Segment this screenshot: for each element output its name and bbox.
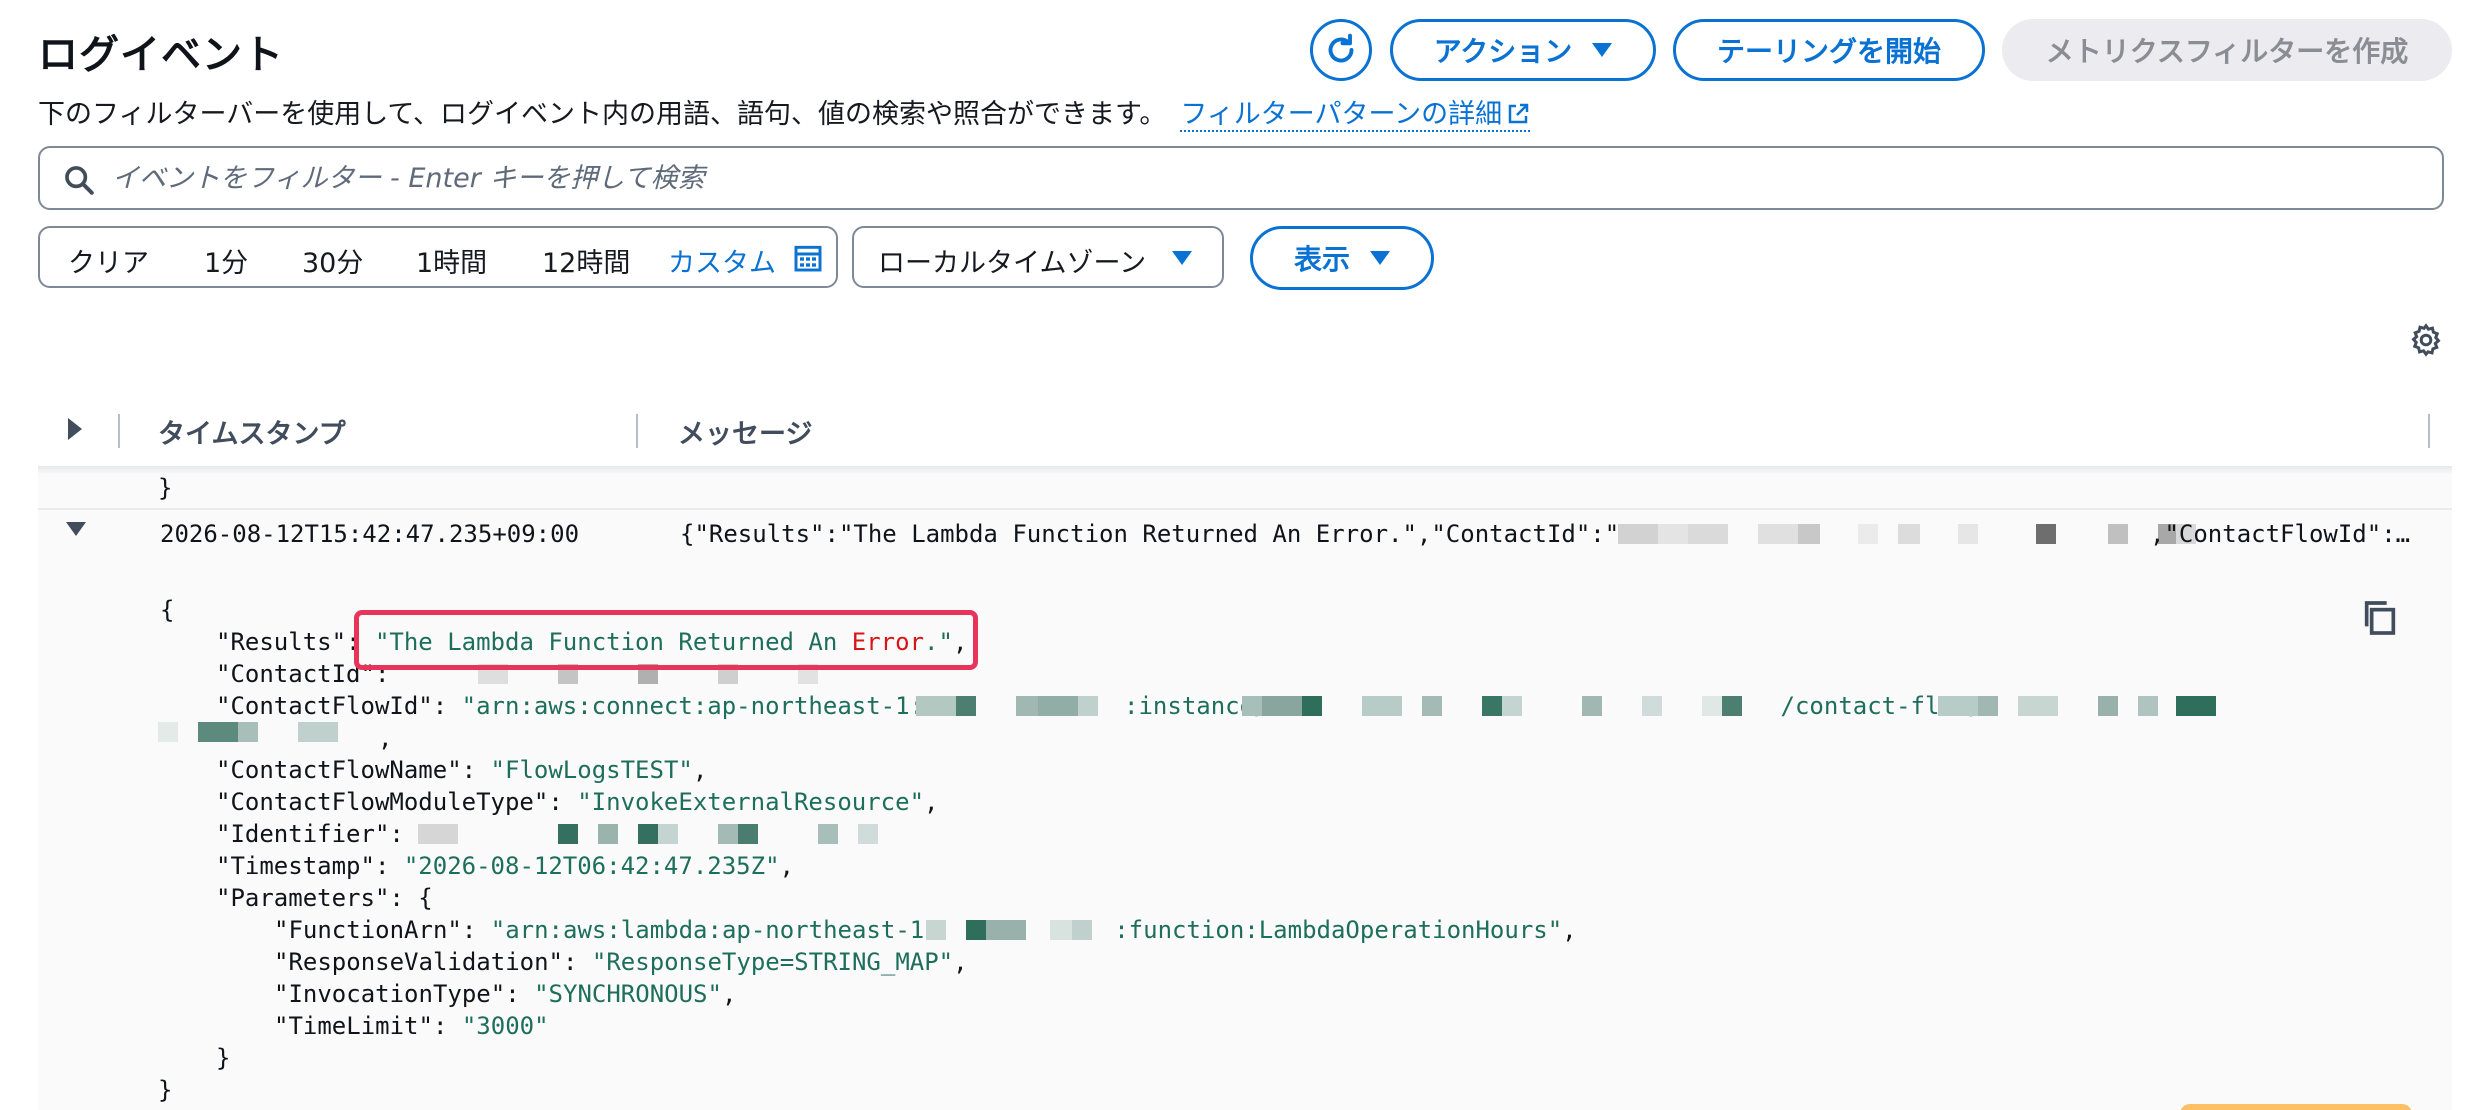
expand-all-icon[interactable]	[68, 418, 82, 440]
json-line-timestamp: "Timestamp": "2026-08-12T06:42:47.235Z",	[216, 852, 794, 880]
create-metric-filter-label: メトリクスフィルターを作成	[2045, 35, 2409, 68]
json-value: "2026-08-12T06:42:47.235Z"	[403, 852, 780, 880]
json-line-contact-flow-name: "ContactFlowName": "FlowLogsTEST",	[216, 756, 708, 784]
time-range-custom[interactable]: カスタム	[668, 241, 776, 280]
json-key: "ContactFlowName":	[216, 756, 491, 784]
json-value: "FlowLogsTEST"	[490, 756, 693, 784]
json-line-identifier: "Identifier":	[216, 818, 418, 850]
display-button[interactable]: 表示	[1250, 226, 1434, 290]
filter-search-box	[38, 146, 2444, 210]
time-range-30m[interactable]: 30分	[302, 241, 363, 280]
json-line-parameters: "Parameters": {	[216, 882, 433, 914]
feedback-tab[interactable]	[2180, 1104, 2412, 1110]
error-highlight-box	[354, 610, 978, 670]
redacted-account-id	[916, 696, 1116, 716]
redacted-flow-id-cont	[158, 722, 388, 742]
redacted-identifier	[418, 824, 938, 844]
redacted-instance-id	[1242, 696, 1742, 716]
column-resizer[interactable]	[636, 414, 638, 448]
json-value-arn-part: :function:LambdaOperationHours"	[1114, 916, 1563, 944]
start-tailing-label: テーリングを開始	[1716, 35, 1941, 68]
refresh-icon	[1328, 33, 1354, 63]
row-divider	[38, 508, 2452, 510]
gear-icon[interactable]	[2408, 322, 2444, 358]
log-table-header: タイムスタンプ メッセージ	[38, 398, 2452, 462]
search-icon	[65, 166, 94, 195]
previous-row-tail: }	[158, 474, 173, 502]
json-value: "ResponseType=STRING_MAP"	[591, 948, 954, 976]
time-range-clear[interactable]: クリア	[68, 241, 149, 280]
external-link-icon	[1508, 103, 1529, 124]
time-range-1m[interactable]: 1分	[204, 241, 248, 280]
page-description: 下のフィルターバーを使用して、ログイベント内の用語、語句、値の検索や照合ができま…	[38, 92, 1531, 132]
time-range-12h[interactable]: 12時間	[542, 241, 630, 280]
json-inner-close-brace: }	[216, 1044, 231, 1072]
refresh-button[interactable]	[1310, 19, 1372, 81]
time-range-1h[interactable]: 1時間	[416, 241, 487, 280]
json-key: "ContactFlowId":	[216, 692, 462, 720]
timezone-select[interactable]: ローカルタイムゾーン	[852, 226, 1224, 288]
json-value-arn-part: "arn:aws:connect:ap-northeast-1:	[461, 692, 925, 720]
redacted-flow-id	[1938, 696, 2338, 716]
redacted-account-id-lambda	[926, 920, 1126, 940]
filter-events-input[interactable]	[112, 156, 2412, 200]
actions-button[interactable]: アクション	[1390, 19, 1656, 81]
start-tailing-button[interactable]: テーリングを開始	[1673, 19, 1985, 81]
caret-down-icon	[1370, 251, 1390, 265]
column-header-message[interactable]: メッセージ	[678, 412, 812, 451]
log-events-list: } 2026-08-12T15:42:47.235+09:00 {"Result…	[38, 466, 2452, 1110]
redacted-contact-id	[1618, 524, 2196, 544]
json-line-response-validation: "ResponseValidation": "ResponseType=STRI…	[274, 948, 968, 976]
json-value: "3000"	[461, 1012, 549, 1040]
column-resizer[interactable]	[2428, 414, 2430, 448]
json-key: "Results":	[216, 628, 375, 656]
json-key: "Timestamp":	[216, 852, 404, 880]
json-value: "SYNCHRONOUS"	[534, 980, 722, 1008]
time-range-selector: クリア 1分 30分 1時間 12時間 カスタム	[38, 226, 838, 288]
json-line-module-type: "ContactFlowModuleType": "InvokeExternal…	[216, 788, 939, 816]
log-row-message-end: ,"ContactFlowId":…	[2150, 520, 2411, 548]
calendar-icon[interactable]	[792, 242, 824, 274]
timezone-selected-label: ローカルタイムゾーン	[878, 248, 1147, 279]
filter-pattern-link-label: フィルターパターンの詳細	[1180, 99, 1503, 130]
json-key: "ResponseValidation":	[274, 948, 592, 976]
json-key: "TimeLimit":	[274, 1012, 462, 1040]
page-title: ログイベント	[38, 32, 284, 78]
json-key: "Parameters": {	[216, 884, 433, 912]
caret-down-icon	[1592, 43, 1613, 57]
json-key: "ContactFlowModuleType":	[216, 788, 578, 816]
json-line-invocation-type: "InvocationType": "SYNCHRONOUS",	[274, 980, 737, 1008]
json-value: "InvokeExternalResource"	[577, 788, 925, 816]
json-value-arn-part: "arn:aws:lambda:ap-northeast-1	[490, 916, 925, 944]
caret-down-icon	[1172, 251, 1192, 265]
json-key: "InvocationType":	[274, 980, 535, 1008]
column-header-timestamp[interactable]: タイムスタンプ	[158, 412, 346, 451]
json-key: "FunctionArn":	[274, 916, 491, 944]
description-text: 下のフィルターバーを使用して、ログイベント内の用語、語句、値の検索や照合ができま…	[38, 99, 1167, 130]
create-metric-filter-button[interactable]: メトリクスフィルターを作成	[2002, 19, 2452, 81]
column-divider	[118, 414, 120, 448]
actions-label: アクション	[1433, 35, 1573, 68]
json-open-brace: {	[160, 596, 175, 624]
display-label: 表示	[1293, 244, 1350, 275]
json-comma: ,	[378, 724, 393, 752]
json-outer-close-brace: }	[158, 1076, 173, 1104]
log-row-timestamp[interactable]: 2026-08-12T15:42:47.235+09:00	[160, 520, 579, 548]
filter-pattern-link[interactable]: フィルターパターンの詳細	[1180, 99, 1531, 132]
copy-icon[interactable]	[2360, 598, 2400, 638]
json-key: "Identifier":	[216, 820, 419, 848]
json-line-time-limit: "TimeLimit": "3000"	[274, 1010, 549, 1042]
log-row-message[interactable]: {"Results":"The Lambda Function Returned…	[680, 520, 1619, 548]
collapse-row-icon[interactable]	[66, 522, 86, 536]
